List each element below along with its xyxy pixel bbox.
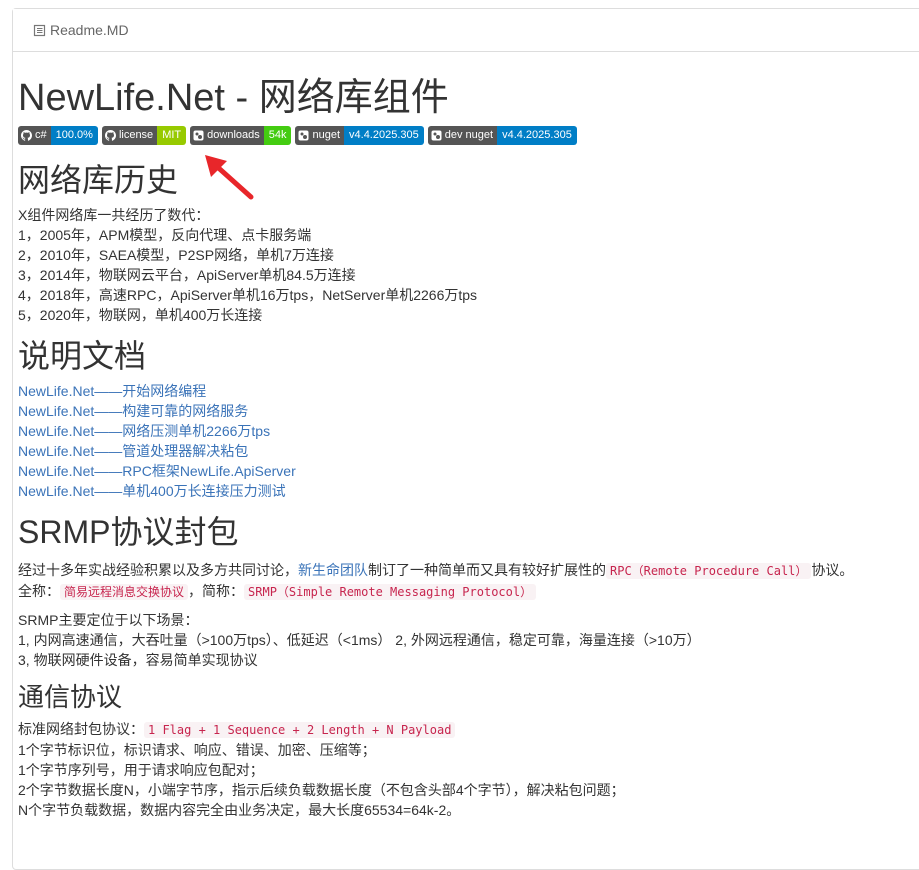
history-item: 5，2020年，物联网，单机400万长连接 [18, 306, 263, 323]
github-icon [21, 129, 32, 141]
newlife-team-link[interactable]: 新生命团队 [298, 562, 368, 578]
srmp-intro-text: 协议。 [811, 561, 854, 578]
scene-item: 1, 内网高速通信，大吞吐量（>100万tps）、低延迟（<1ms） 2, 外网… [18, 631, 701, 648]
shortname-code: SRMP（Simple Remote Messaging Protocol） [244, 583, 537, 600]
comm-std: 标准网络封包协议： 1 Flag + 1 Sequence + 2 Length … [18, 719, 898, 740]
scene-title: SRMP主要定位于以下场景： [18, 611, 199, 628]
nuget-icon [193, 130, 204, 141]
doc-link[interactable]: NewLife.Net——开始网络编程 [18, 383, 206, 399]
doc-link[interactable]: NewLife.Net——构建可靠的网络服务 [18, 403, 248, 419]
comm-item: 1个字节标识位，标识请求、响应、错误、加密、压缩等； [18, 741, 376, 758]
doc-link[interactable]: NewLife.Net——单机400万长连接压力测试 [18, 483, 286, 499]
badge-row: c# 100.0% license MIT downloads 54k nuget v4.4.… [18, 125, 898, 145]
book-icon [33, 24, 46, 37]
fullname-code: 简易远程消息交换协议 [60, 583, 189, 600]
page-title: NewLife.Net - 网络库组件 [18, 77, 449, 119]
badge-license[interactable]: license MIT [101, 125, 187, 145]
srmp-fullname: 全称： 简易远程消息交换协议 ，简称： SRMP（Simple Remote Mess… [18, 581, 898, 602]
srmp-heading: SRMP协议封包 [18, 514, 239, 551]
badge-label: c# [18, 125, 51, 145]
badge-label-text: c# [35, 129, 47, 142]
badge-value: v4.4.2025.305 [344, 125, 424, 145]
badge-label-text: nuget [312, 129, 341, 142]
history-item: 1，2005年，APM模型，反向代理、点卡服务端 [18, 226, 312, 243]
comm-item: N个字节负载数据，数据内容完全由业务决定，最大长度65534=64k-2。 [18, 801, 461, 818]
badge-value: 54k [263, 125, 292, 145]
doc-link[interactable]: NewLife.Net——RPC框架NewLife.ApiServer [18, 463, 296, 479]
history-item: 2，2010年，SAEA模型，P2SP网络，单机7万连接 [18, 246, 334, 263]
badge-label-text: downloads [207, 129, 260, 142]
badge-value: 100.0% [50, 125, 98, 145]
badge-downloads[interactable]: downloads 54k [190, 125, 292, 145]
history-item: 3，2014年，物联网云平台，ApiServer单机84.5万连接 [18, 266, 356, 283]
srmp-intro: 经过十多年实战经验积累以及多方共同讨论，新生命团队制订了一种简单而又具有较好扩展… [18, 560, 898, 581]
github-icon [104, 129, 116, 141]
history-heading: 网络库历史 [18, 161, 179, 198]
doc-link[interactable]: NewLife.Net——管道处理器解决粘包 [18, 443, 248, 459]
shortname-label: ，简称： [188, 582, 245, 599]
badge-dev-nuget[interactable]: dev nuget v4.4.2025.305 [427, 125, 577, 145]
rpc-code: RPC（Remote Procedure Call） [606, 562, 812, 579]
comm-item: 1个字节序列号，用于请求响应包配对； [18, 761, 264, 778]
doc-link[interactable]: NewLife.Net——网络压测单机2266万tps [18, 423, 270, 439]
readme-filename: Readme.MD [50, 22, 129, 38]
badge-label: nuget [295, 125, 345, 145]
comm-item: 2个字节数据长度N，小端字节序，指示后续负载数据长度（不包含头部4个字节），解决… [18, 781, 625, 798]
history-intro: X组件网络库一共经历了数代： [18, 206, 210, 223]
comm-std-label: 标准网络封包协议： [18, 720, 144, 737]
srmp-intro-text: 经过十多年实战经验积累以及多方共同讨论， [18, 561, 298, 578]
nuget-icon [431, 130, 442, 141]
badge-label: dev nuget [427, 125, 498, 145]
comm-heading: 通信协议 [18, 681, 123, 712]
readme-content: NewLife.Net - 网络库组件 c# 100.0% license MIT do… [18, 60, 898, 820]
badge-c-[interactable]: c# 100.0% [18, 125, 98, 145]
history-item: 4，2018年，高速RPC，ApiServer单机16万tps，NetServe… [18, 286, 478, 303]
scene-item: 3, 物联网硬件设备，容易简单实现协议 [18, 651, 258, 668]
srmp-intro-text: 制订了一种简单而又具有较好扩展性的 [368, 561, 606, 578]
red-arrow-icon [205, 155, 254, 200]
badge-nuget[interactable]: nuget v4.4.2025.305 [295, 125, 424, 145]
badge-label-text: dev nuget [444, 129, 494, 142]
docs-heading: 说明文档 [18, 337, 147, 374]
badge-label-text: license [118, 129, 154, 142]
readme-header: Readme.MD [13, 9, 919, 52]
packet-format-code: 1 Flag + 1 Sequence + 2 Length + N Paylo… [144, 721, 456, 738]
badge-value: v4.4.2025.305 [497, 125, 577, 145]
badge-label: license [101, 125, 158, 145]
fullname-label: 全称： [18, 582, 60, 599]
badge-label: downloads [190, 125, 264, 145]
nuget-icon [298, 130, 309, 141]
badge-value: MIT [157, 125, 187, 145]
